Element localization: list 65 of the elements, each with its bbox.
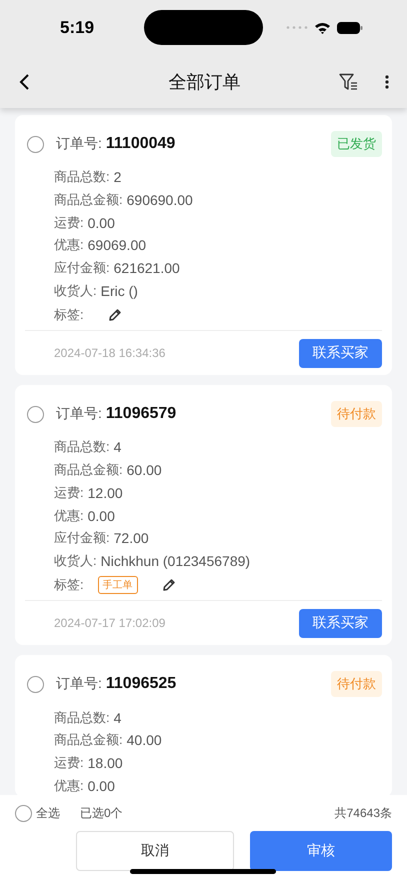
field-label: 标签:: [54, 306, 84, 324]
field-label: 应付金额:: [54, 259, 110, 278]
contact-buyer-button[interactable]: 联系买家: [299, 338, 382, 368]
order-number: 11100049: [106, 135, 176, 153]
field-value: 0.00: [88, 778, 115, 794]
order-number: 11096579: [106, 405, 178, 424]
order-tag: 手工单: [98, 576, 138, 594]
field-label: 运费:: [54, 754, 84, 772]
select-all-label[interactable]: 全选: [36, 804, 60, 822]
field-value: 690690.00: [126, 192, 193, 208]
field-label: 运费:: [54, 214, 84, 232]
field-label: 应付金额:: [54, 529, 110, 548]
order-number: 11096525: [106, 675, 178, 694]
field-label: 商品总数:: [54, 708, 110, 727]
order-label: 订单号:: [56, 675, 102, 694]
field-value: Eric (): [100, 282, 138, 299]
selected-count: 已选0个: [80, 804, 123, 822]
signal-icon: [286, 26, 308, 29]
field-label: 商品总金额:: [54, 731, 123, 750]
wifi-icon: [314, 22, 331, 34]
total-count: 共74643条: [334, 804, 392, 822]
field-value: 0.00: [88, 508, 115, 524]
status-time: 5:19: [60, 18, 96, 38]
field-label: 标签:: [54, 576, 84, 594]
field-value: 621621.00: [114, 260, 180, 276]
field-value: 60.00: [126, 462, 162, 478]
select-radio[interactable]: [27, 676, 44, 693]
status-badge: 已发货: [331, 131, 382, 157]
select-radio[interactable]: [27, 406, 44, 423]
order-time: 2024-07-18 16:34:36: [54, 346, 166, 360]
field-value: 4: [114, 710, 122, 726]
pencil-icon[interactable]: [108, 308, 122, 322]
field-value: 40.00: [126, 732, 162, 748]
field-value: 69069.00: [88, 237, 146, 254]
status-badge: 待付款: [331, 671, 382, 698]
field-value: 12.00: [88, 484, 123, 501]
approve-button[interactable]: 审核: [250, 831, 392, 871]
field-value: 2: [114, 169, 122, 186]
field-label: 商品总金额:: [54, 191, 123, 210]
field-label: 优惠:: [54, 236, 84, 254]
order-time: 2024-07-17 17:02:09: [54, 616, 166, 630]
field-label: 优惠:: [54, 776, 84, 795]
field-label: 商品总数:: [54, 438, 110, 456]
status-badge: 待付款: [331, 401, 382, 428]
order-label: 订单号:: [56, 135, 102, 153]
page-title: 全部订单: [168, 70, 242, 94]
field-value: 72.00: [114, 530, 149, 546]
select-radio[interactable]: [27, 136, 44, 152]
field-label: 收货人:: [54, 282, 97, 300]
pencil-icon[interactable]: [162, 578, 176, 592]
battery-icon: [337, 22, 363, 34]
field-label: 商品总金额:: [54, 461, 123, 480]
cancel-button[interactable]: 取消: [76, 831, 234, 871]
back-icon[interactable]: [18, 72, 30, 90]
field-label: 优惠:: [54, 506, 84, 525]
field-label: 运费:: [54, 484, 84, 502]
contact-buyer-button[interactable]: 联系买家: [299, 608, 382, 638]
field-value: Nichkhun (0123456789): [100, 552, 250, 569]
field-label: 商品总数:: [54, 168, 110, 186]
order-label: 订单号:: [56, 405, 102, 424]
field-value: 4: [114, 439, 122, 456]
field-value: 0.00: [88, 214, 115, 231]
field-label: 收货人:: [54, 552, 97, 570]
field-value: 18.00: [88, 754, 123, 771]
select-all-radio[interactable]: [15, 804, 32, 822]
